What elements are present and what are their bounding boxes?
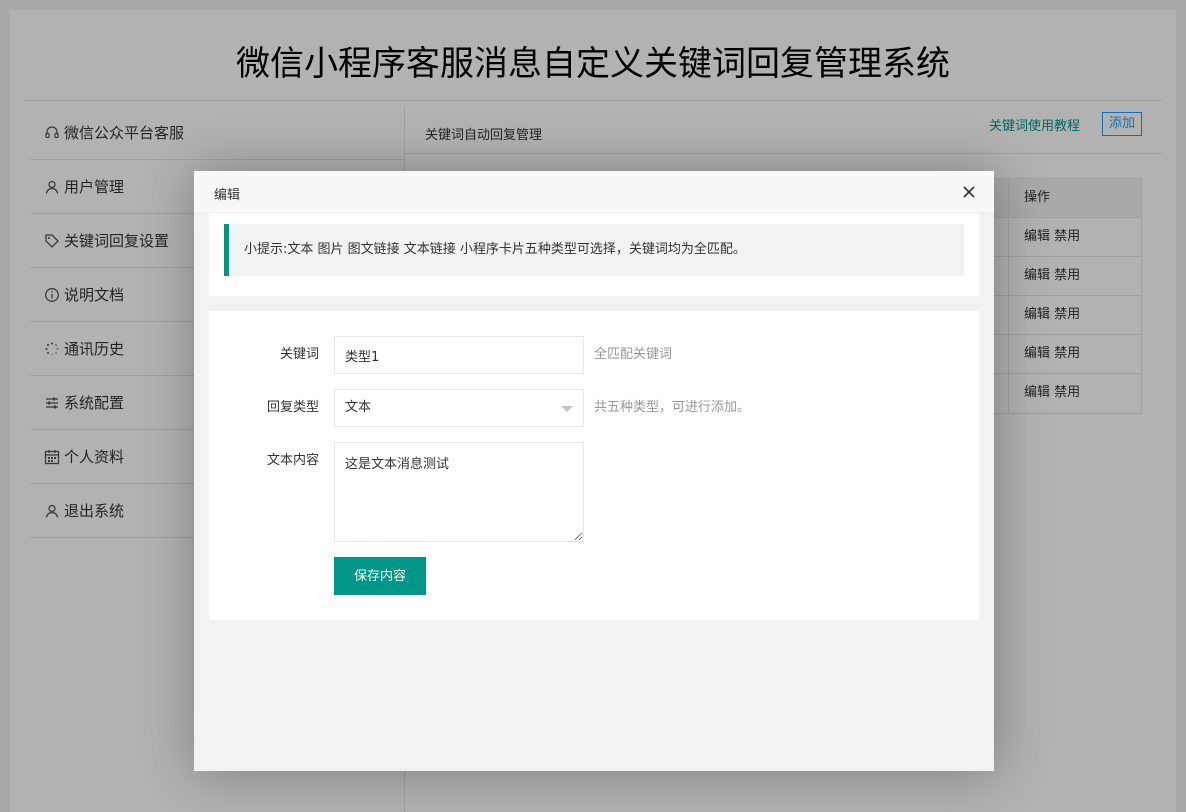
modal-header: 编辑 xyxy=(194,171,994,213)
content-label: 文本内容 xyxy=(266,453,319,468)
keyword-row: 关键词 全匹配关键词 xyxy=(209,336,979,374)
save-button[interactable]: 保存内容 xyxy=(334,557,426,595)
content-row: 文本内容 这是文本消息测试 xyxy=(209,442,979,542)
edit-form: 关键词 全匹配关键词 回复类型 文本 共五种类型，可进行添加。 文本内容 这是文… xyxy=(209,311,979,620)
edit-modal: 编辑 小提示:文本 图片 图文链接 文本链接 小程序卡片五种类型可选择，关键词均… xyxy=(194,171,994,771)
chevron-down-icon xyxy=(561,406,573,412)
reply-type-hint: 共五种类型，可进行添加。 xyxy=(594,400,751,415)
keyword-input[interactable] xyxy=(334,336,584,374)
reply-type-value: 文本 xyxy=(345,400,372,415)
modal-title: 编辑 xyxy=(214,188,241,203)
reply-type-select[interactable]: 文本 xyxy=(334,389,584,427)
keyword-label: 关键词 xyxy=(279,347,319,362)
reply-type-row: 回复类型 文本 共五种类型，可进行添加。 xyxy=(209,389,979,427)
tip-card: 小提示:文本 图片 图文链接 文本链接 小程序卡片五种类型可选择，关键词均为全匹… xyxy=(209,213,979,296)
content-textarea[interactable]: 这是文本消息测试 xyxy=(334,442,584,542)
close-icon[interactable] xyxy=(960,183,978,201)
keyword-hint: 全匹配关键词 xyxy=(594,347,673,362)
tip-text: 小提示:文本 图片 图文链接 文本链接 小程序卡片五种类型可选择，关键词均为全匹… xyxy=(224,224,964,276)
reply-type-label: 回复类型 xyxy=(266,400,319,415)
